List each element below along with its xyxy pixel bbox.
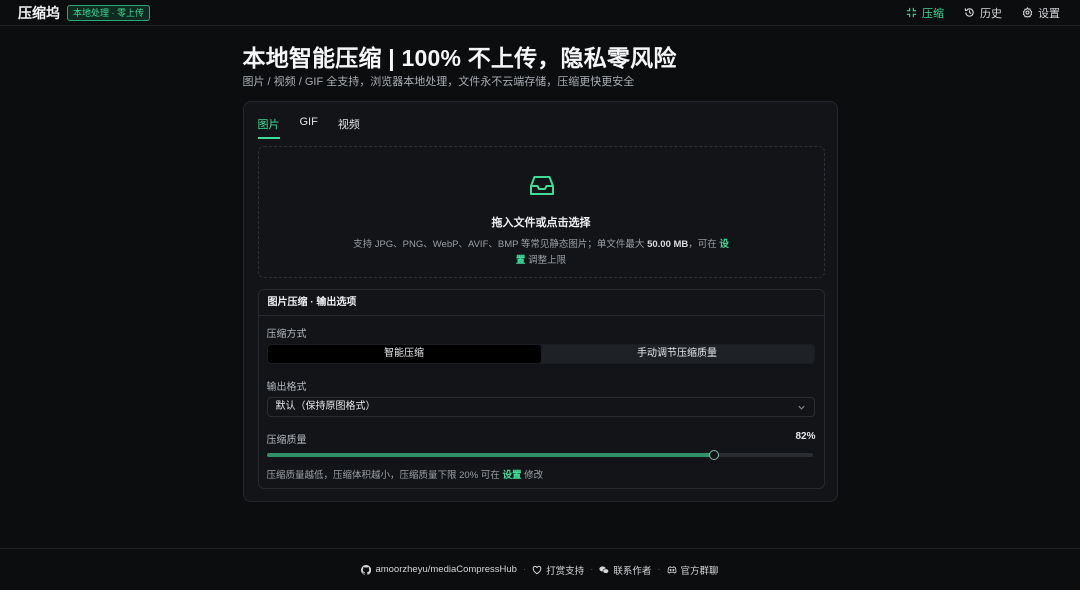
footer-group-label: 官方群聊 bbox=[680, 565, 719, 577]
file-dropzone[interactable]: 拖入文件或点击选择 支持 JPG、PNG、WebP、AVIF、BMP 等常见静态… bbox=[257, 146, 825, 278]
footer-support-label: 打赏支持 bbox=[546, 565, 585, 577]
quality-value: 82% bbox=[795, 431, 816, 442]
format-select[interactable]: 默认（保持原图格式） bbox=[266, 397, 815, 417]
method-segmented-control: 智能压缩 手动调节压缩质量 bbox=[266, 344, 815, 364]
method-smart-button[interactable]: 智能压缩 bbox=[267, 345, 541, 363]
gear-icon bbox=[1022, 7, 1033, 18]
brand-badge: 本地处理 · 零上传 bbox=[67, 4, 150, 21]
nav-item-history-label: 历史 bbox=[980, 7, 1002, 20]
format-label: 输出格式 bbox=[266, 382, 307, 393]
max-file-size: 50.00 MB bbox=[647, 239, 689, 250]
method-manual-button[interactable]: 手动调节压缩质量 bbox=[540, 345, 814, 363]
nav-item-settings[interactable]: 设置 bbox=[1022, 5, 1060, 21]
dropzone-description: 支持 JPG、PNG、WebP、AVIF、BMP 等常见静态图片；单文件最大 5… bbox=[349, 237, 734, 269]
quality-slider-thumb[interactable] bbox=[709, 450, 720, 460]
top-bar: 压缩坞 本地处理 · 零上传 压缩 历史 设置 bbox=[0, 0, 1080, 26]
footer-separator: · bbox=[657, 564, 661, 575]
quality-slider[interactable] bbox=[266, 450, 813, 460]
nav-item-history[interactable]: 历史 bbox=[964, 5, 1002, 21]
footer-separator: · bbox=[590, 564, 594, 575]
media-tabs: 图片 GIF 视频 bbox=[257, 116, 360, 139]
dropzone-title: 拖入文件或点击选择 bbox=[491, 217, 591, 229]
quality-slider-fill bbox=[266, 453, 715, 457]
footer-contact-link[interactable]: 联系作者 bbox=[599, 563, 651, 577]
page-subtitle: 图片 / 视频 / GIF 全支持，浏览器本地处理，文件永不云端存储，压缩更快更… bbox=[242, 76, 635, 88]
compress-card: 图片 GIF 视频 拖入文件或点击选择 支持 JPG、PNG、WebP、AVIF… bbox=[242, 101, 838, 502]
quality-hint-suffix: 修改 bbox=[521, 470, 544, 481]
nav-item-compress-label: 压缩 bbox=[922, 7, 944, 20]
tab-gif[interactable]: GIF bbox=[300, 116, 318, 139]
tab-image[interactable]: 图片 bbox=[257, 116, 280, 139]
method-label: 压缩方式 bbox=[266, 329, 307, 340]
top-nav: 压缩 历史 设置 bbox=[906, 5, 1060, 21]
history-icon bbox=[964, 8, 974, 17]
quality-hint-settings-link[interactable]: 设置 bbox=[502, 470, 521, 481]
inbox-icon bbox=[529, 176, 554, 195]
output-options-panel: 图片压缩 · 输出选项 压缩方式 智能压缩 手动调节压缩质量 输出格式 默认（保… bbox=[257, 289, 825, 489]
dropzone-desc-prefix: 支持 JPG、PNG、WebP、AVIF、BMP 等常见静态图片；单文件最大 bbox=[353, 239, 648, 250]
brand-name[interactable]: 压缩坞 bbox=[18, 3, 60, 23]
chevron-down-icon bbox=[797, 405, 805, 410]
nav-item-settings-label: 设置 bbox=[1038, 7, 1060, 20]
footer-repo-label: amoorzheyu/mediaCompressHub bbox=[375, 564, 517, 575]
format-select-value: 默认（保持原图格式） bbox=[275, 401, 376, 412]
options-title: 图片压缩 · 输出选项 bbox=[258, 290, 824, 316]
nav-item-compress[interactable]: 压缩 bbox=[906, 5, 944, 21]
footer-separator: · bbox=[522, 564, 527, 575]
quality-hint: 压缩质量越低，压缩体积越小，压缩质量下限 20% 可在 设置 修改 bbox=[267, 467, 544, 481]
discord-icon bbox=[667, 565, 676, 574]
footer: amoorzheyu/mediaCompressHub · 打赏支持 · 联系作… bbox=[0, 548, 1080, 590]
footer-support-link[interactable]: 打赏支持 bbox=[532, 563, 584, 577]
dropzone-desc-suffix: 调整上限 bbox=[525, 255, 567, 266]
tab-video[interactable]: 视频 bbox=[338, 116, 360, 139]
dropzone-desc-mid: ，可在 bbox=[688, 239, 720, 250]
footer-contact-label: 联系作者 bbox=[613, 565, 652, 577]
footer-group-link[interactable]: 官方群聊 bbox=[667, 563, 719, 577]
github-icon bbox=[361, 564, 372, 575]
quality-hint-prefix: 压缩质量越低，压缩体积越小，压缩质量下限 20% 可在 bbox=[266, 470, 503, 481]
compress-icon bbox=[906, 7, 917, 18]
quality-label: 压缩质量 bbox=[266, 435, 307, 446]
footer-repo-link[interactable]: amoorzheyu/mediaCompressHub bbox=[361, 564, 517, 575]
heart-icon bbox=[532, 565, 542, 574]
wechat-icon bbox=[599, 565, 610, 574]
page-title: 本地智能压缩 | 100% 不上传，隐私零风险 bbox=[242, 45, 677, 71]
